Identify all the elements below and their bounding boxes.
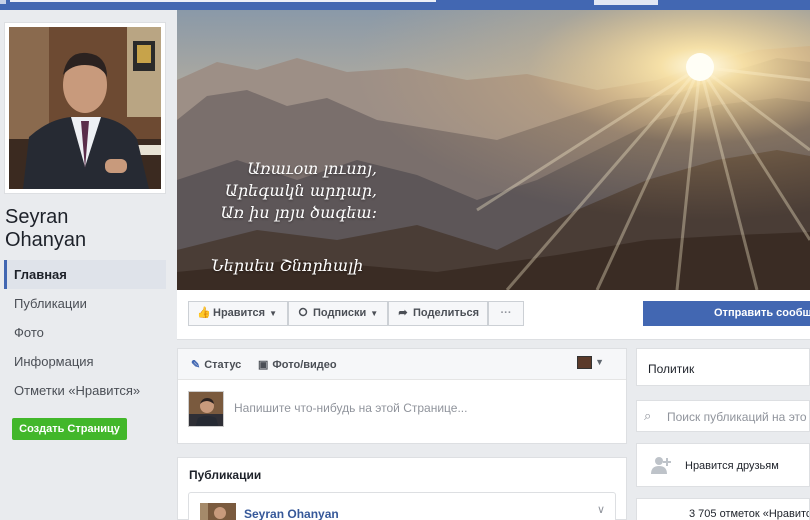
tab-photo-video[interactable]: ▣ Фото/видео xyxy=(258,358,337,371)
page-avatar-icon[interactable] xyxy=(577,356,592,369)
thumbs-up-icon: 👍 xyxy=(197,307,211,319)
create-page-button[interactable]: Создать Страницу xyxy=(12,418,127,440)
cover-quote-line: Արեգակն արդար, xyxy=(224,181,377,200)
page-category[interactable]: Политик xyxy=(648,362,694,376)
pencil-icon: ✎ xyxy=(191,359,201,371)
tab-status-label: Статус xyxy=(204,359,242,371)
like-button-label: Нравится xyxy=(213,307,266,319)
nav-item-photos[interactable]: Фото xyxy=(4,318,166,347)
page-navigation: Главная Публикации Фото Информация Отмет… xyxy=(4,260,166,405)
profile-photo-image xyxy=(9,27,161,189)
left-column: Seyran Ohanyan Главная Публикации Фото И… xyxy=(0,10,176,520)
cover-quote: Առաւօտ լուսոյ, Արեգակն արդար, Առ իս լոյս… xyxy=(209,158,377,224)
page-category-box: Политик xyxy=(636,348,810,386)
page-title-last: Ohanyan xyxy=(5,229,87,251)
page-action-bar: 👍 Нравится ▼ ⭘ Подписки ▼ ➦ Поделиться ··· От… xyxy=(177,290,810,340)
post-card: Seyran Ohanyan ∨ xyxy=(188,492,616,520)
nav-item-likes[interactable]: Отметки «Нравится» xyxy=(4,376,166,405)
cover-quote-author: Ներսես Շնորհալի xyxy=(211,256,364,275)
global-search-input[interactable] xyxy=(10,0,436,2)
caret-down-icon[interactable]: ▼ xyxy=(595,357,604,367)
send-message-button[interactable]: Отправить сообщение xyxy=(643,301,810,326)
section-title: Публикации xyxy=(189,468,262,482)
cover-quote-line: Առ իս լոյս ծագեա: xyxy=(220,203,377,222)
avatar[interactable] xyxy=(200,503,236,520)
cover-landscape-image xyxy=(177,10,810,290)
caret-down-icon: ▼ xyxy=(269,309,278,318)
facebook-logo-icon[interactable] xyxy=(0,0,6,4)
tab-status[interactable]: ✎ Статус xyxy=(191,358,241,371)
composer-tabs: ✎ Статус ▣ Фото/видео ▼ xyxy=(178,349,626,380)
subscribe-button[interactable]: ⭘ Подписки ▼ xyxy=(288,301,388,326)
search-posts-input[interactable]: Поиск публикаций на это xyxy=(667,410,807,424)
search-icon: ⌕ xyxy=(644,408,652,423)
tab-photo-video-label: Фото/видео xyxy=(272,359,337,371)
post-composer: ✎ Статус ▣ Фото/видео ▼ Напишите что-нибуд… xyxy=(177,348,627,444)
chevron-down-icon[interactable]: ∨ xyxy=(597,503,605,516)
share-button[interactable]: ➦ Поделиться xyxy=(388,301,488,326)
likes-count-box: 3 705 отметок «Нравится» xyxy=(636,498,810,520)
subscribe-button-label: Подписки xyxy=(313,307,367,319)
friends-like-box: Нравится друзьям xyxy=(636,443,810,487)
profile-picture[interactable] xyxy=(4,22,166,194)
add-friend-icon xyxy=(651,457,671,474)
top-navigation-bar xyxy=(0,0,810,10)
avatar xyxy=(188,391,224,427)
avatar-image xyxy=(189,392,223,426)
likes-count[interactable]: 3 705 отметок «Нравится» xyxy=(689,508,809,520)
page-title[interactable]: Seyran Ohanyan xyxy=(5,206,165,252)
publications-section: Публикации Seyran Ohanyan ∨ xyxy=(177,457,627,520)
like-button[interactable]: 👍 Нравится ▼ xyxy=(188,301,288,326)
camera-icon: ▣ xyxy=(258,359,269,371)
cover-quote-line: Առաւօտ լուսոյ, xyxy=(247,159,377,178)
share-arrow-icon: ➦ xyxy=(398,307,408,319)
avatar-image xyxy=(200,503,236,520)
post-author-link[interactable]: Seyran Ohanyan xyxy=(244,507,339,520)
search-posts-box[interactable]: ⌕ Поиск публикаций на это xyxy=(636,400,810,432)
top-bar-button[interactable] xyxy=(594,0,658,5)
more-options-button[interactable]: ··· xyxy=(488,301,524,326)
rss-icon: ⭘ xyxy=(298,307,308,319)
share-button-label: Поделиться xyxy=(413,307,480,319)
nav-item-about[interactable]: Информация xyxy=(4,347,166,376)
cover-photo[interactable]: Առաւօտ լուսոյ, Արեգակն արդար, Առ իս լոյս… xyxy=(177,10,810,290)
nav-item-home[interactable]: Главная xyxy=(4,260,166,289)
page-title-first: Seyran xyxy=(5,206,69,228)
nav-item-posts[interactable]: Публикации xyxy=(4,289,166,318)
caret-down-icon: ▼ xyxy=(370,309,379,318)
friends-like-label[interactable]: Нравится друзьям xyxy=(685,460,779,472)
composer-input[interactable]: Напишите что-нибудь на этой Странице... xyxy=(234,401,467,415)
